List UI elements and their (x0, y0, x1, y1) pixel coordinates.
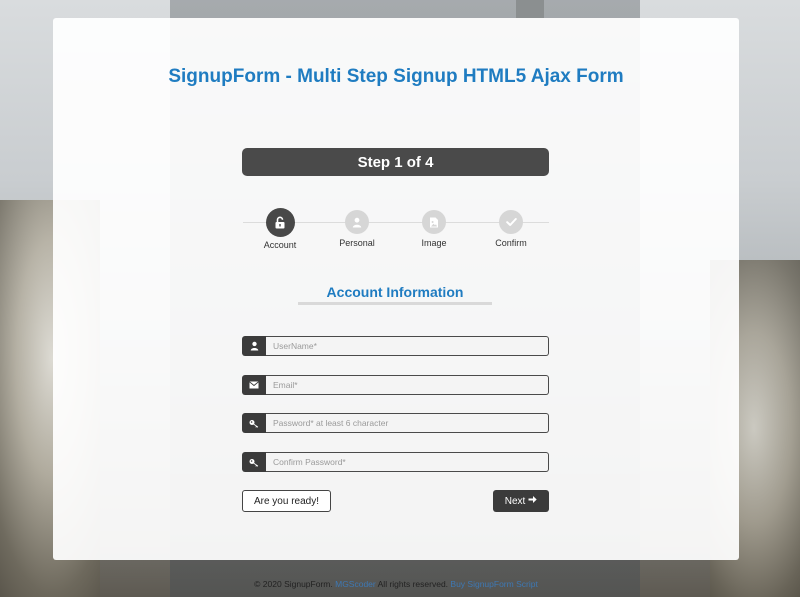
password-field-group (242, 413, 549, 433)
page-title: SignupForm - Multi Step Signup HTML5 Aja… (168, 66, 624, 87)
step-account: Account (240, 208, 320, 250)
confirm-password-field-group (242, 452, 549, 472)
next-button[interactable]: Next (493, 490, 549, 512)
key-icon (242, 452, 266, 472)
check-icon (499, 210, 523, 234)
email-field-group (242, 375, 549, 395)
footer: © 2020 SignupForm. MGScoder All rights r… (0, 579, 792, 589)
user-icon (345, 210, 369, 234)
email-input[interactable] (266, 375, 549, 395)
footer-rights: All rights reserved. (377, 579, 449, 589)
unlock-icon (265, 208, 295, 237)
user-icon (242, 336, 266, 356)
ready-button-label: Are you ready! (253, 495, 320, 507)
confirm-password-input[interactable] (266, 452, 549, 472)
username-input[interactable] (266, 336, 549, 356)
key-icon (242, 413, 266, 433)
image-icon (422, 210, 446, 234)
step-label: Confirm (495, 238, 527, 248)
username-field-group (242, 336, 549, 356)
step-label: Image (421, 238, 447, 248)
envelope-icon (242, 375, 266, 395)
section-title: Account Information (326, 284, 464, 300)
buy-script-link[interactable]: Buy SignupForm Script (450, 579, 537, 589)
password-input[interactable] (266, 413, 549, 433)
step-label: Personal (339, 238, 375, 248)
next-button-label: Next (504, 495, 526, 507)
ready-button[interactable]: Are you ready! (242, 490, 331, 512)
section-underline (298, 302, 492, 305)
step-indicator: Step 1 of 4 (242, 148, 549, 176)
arrow-right-icon (528, 495, 537, 507)
author-link[interactable]: MGScoder (335, 579, 376, 589)
step-confirm: Confirm (471, 208, 551, 248)
step-personal: Personal (317, 208, 397, 248)
step-image: Image (394, 208, 474, 248)
footer-copyright: © 2020 SignupForm. (254, 579, 333, 589)
step-label: Account (263, 240, 297, 250)
